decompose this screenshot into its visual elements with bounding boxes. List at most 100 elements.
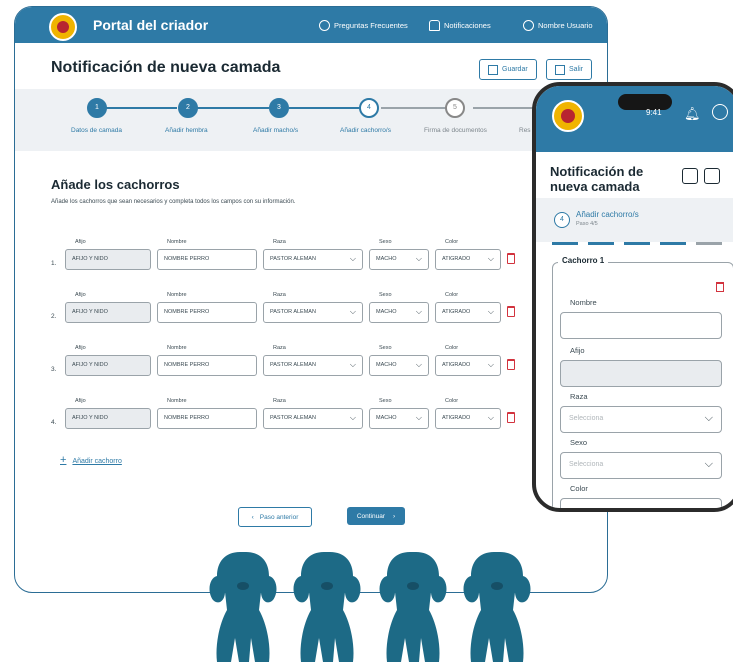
help-icon (319, 20, 330, 31)
afijo-field: AFIJO Y NIDO (65, 408, 151, 429)
save-button[interactable]: Guardar (479, 59, 537, 80)
color-select[interactable]: ATIGRADO ⌵ (435, 355, 501, 376)
dog-icon (379, 552, 447, 662)
faq-link[interactable]: Preguntas Frecuentes (319, 20, 408, 31)
user-icon[interactable] (712, 104, 728, 120)
delete-icon[interactable] (507, 253, 515, 264)
raza-select[interactable]: Selecciona ⌵ (560, 406, 722, 433)
save-icon[interactable] (682, 168, 698, 184)
afijo-field: AFIJO Y NIDO (65, 355, 151, 376)
chevron-down-icon: ⌵ (349, 360, 356, 369)
chevron-down-icon: ⌵ (415, 254, 422, 263)
nombre-field[interactable]: NOMBRE PERRO (157, 355, 257, 376)
previous-step-button[interactable]: ‹ Paso anterior (238, 507, 312, 527)
step-3[interactable]: 3 (269, 98, 289, 118)
bell-icon[interactable]: 🔔︎ (684, 106, 701, 122)
step-name: Añadir cachorro/s (576, 210, 639, 219)
color-select[interactable]: ATIGRADO ⌵ (435, 408, 501, 429)
exit-icon[interactable] (704, 168, 720, 184)
dog-icon (463, 552, 531, 662)
step-number: 4 (554, 212, 570, 228)
afijo-input (560, 360, 722, 387)
nombre-input[interactable] (560, 312, 722, 339)
step-4[interactable]: 4 (359, 98, 379, 118)
chevron-down-icon: ⌵ (349, 307, 356, 316)
add-puppy-link[interactable]: + Añadir cachorro (60, 454, 122, 466)
mobile-page-title: Notificación de nueva camada (550, 164, 644, 194)
mobile-device: 9:41 🔔︎ Notificación de nueva camada 4 A… (532, 82, 733, 512)
mobile-top-bar: 9:41 🔔︎ (536, 86, 733, 152)
step-1[interactable]: 1 (87, 98, 107, 118)
step-progress: Paso 4/5 (576, 221, 598, 227)
step-label: Añadir cachorro/s (340, 127, 391, 134)
step-label: Añadir macho/s (253, 127, 299, 134)
chevron-down-icon: ⌵ (349, 254, 356, 263)
sexo-select[interactable]: MACHO ⌵ (369, 355, 429, 376)
stepper: 1 2 3 4 5 Datos de camada Añadir hembra … (15, 89, 607, 151)
nombre-field[interactable]: NOMBRE PERRO (157, 408, 257, 429)
puppy-row: 3. Afijo Nombre Raza Sexo Color AFIJO Y … (51, 345, 531, 379)
user-icon (523, 20, 534, 31)
puppy-row: 4. Afijo Nombre Raza Sexo Color AFIJO Y … (51, 398, 531, 432)
delete-icon[interactable] (507, 412, 515, 423)
logo-icon (49, 13, 77, 41)
top-bar: Portal del criador Preguntas Frecuentes … (15, 7, 607, 43)
sexo-select[interactable]: MACHO ⌵ (369, 408, 429, 429)
bell-icon (429, 20, 440, 31)
dog-icon (209, 552, 277, 662)
delete-icon[interactable] (716, 282, 724, 292)
raza-select[interactable]: PASTOR ALEMAN ⌵ (263, 408, 363, 429)
chevron-down-icon: ⌵ (415, 413, 422, 422)
nombre-field[interactable]: NOMBRE PERRO (157, 249, 257, 270)
step-label: Firma de documentos (424, 127, 487, 134)
chevron-left-icon: ‹ (251, 513, 254, 521)
mobile-stepper: 4 Añadir cachorro/s Paso 4/5 (536, 198, 733, 242)
step-label: Res (519, 127, 531, 134)
chevron-down-icon: ⌵ (487, 307, 494, 316)
user-menu[interactable]: Nombre Usuario (523, 20, 593, 31)
chevron-down-icon: ⌵ (704, 458, 713, 470)
section-description: Añade los cachorros que sean necesarios … (51, 199, 296, 205)
step-label: Datos de camada (71, 127, 122, 134)
delete-icon[interactable] (507, 306, 515, 317)
exit-button[interactable]: Salir (546, 59, 593, 80)
sexo-select[interactable]: Selecciona ⌵ (560, 452, 722, 479)
sexo-select[interactable]: MACHO ⌵ (369, 302, 429, 323)
color-select[interactable]: ATIGRADO ⌵ (435, 302, 501, 323)
step-label: Añadir hembra (165, 127, 208, 134)
dynamic-island (618, 94, 672, 110)
chevron-down-icon: ⌵ (415, 360, 422, 369)
afijo-field: AFIJO Y NIDO (65, 249, 151, 270)
chevron-down-icon: ⌵ (415, 307, 422, 316)
chevron-right-icon: › (393, 512, 396, 520)
nombre-field[interactable]: NOMBRE PERRO (157, 302, 257, 323)
step-2[interactable]: 2 (178, 98, 198, 118)
puppy-row: 1. Afijo Nombre Raza Sexo Color AFIJO Y … (51, 239, 531, 273)
desktop-window: Portal del criador Preguntas Frecuentes … (14, 6, 608, 593)
color-select[interactable]: ATIGRADO ⌵ (435, 249, 501, 270)
afijo-field: AFIJO Y NIDO (65, 302, 151, 323)
notifications-link[interactable]: Notificaciones (429, 20, 491, 31)
app-name: Portal del criador (93, 17, 209, 33)
logo-icon (552, 100, 584, 132)
raza-select[interactable]: PASTOR ALEMAN ⌵ (263, 302, 363, 323)
save-icon (488, 64, 498, 75)
status-time: 9:41 (646, 108, 662, 117)
chevron-down-icon: ⌵ (487, 254, 494, 263)
chevron-down-icon: ⌵ (349, 413, 356, 422)
raza-select[interactable]: PASTOR ALEMAN ⌵ (263, 355, 363, 376)
dogs-illustration (209, 552, 531, 662)
dog-icon (293, 552, 361, 662)
page-title: Notificación de nueva camada (51, 59, 281, 76)
delete-icon[interactable] (507, 359, 515, 370)
chevron-down-icon: ⌵ (487, 360, 494, 369)
continue-button[interactable]: Continuar › (347, 507, 405, 525)
raza-select[interactable]: PASTOR ALEMAN ⌵ (263, 249, 363, 270)
puppy-row: 2. Afijo Nombre Raza Sexo Color AFIJO Y … (51, 292, 531, 326)
sexo-select[interactable]: MACHO ⌵ (369, 249, 429, 270)
step-5[interactable]: 5 (445, 98, 465, 118)
chevron-down-icon: ⌵ (704, 412, 713, 424)
chevron-down-icon: ⌵ (487, 413, 494, 422)
exit-icon (555, 64, 565, 75)
color-select[interactable] (560, 498, 722, 508)
